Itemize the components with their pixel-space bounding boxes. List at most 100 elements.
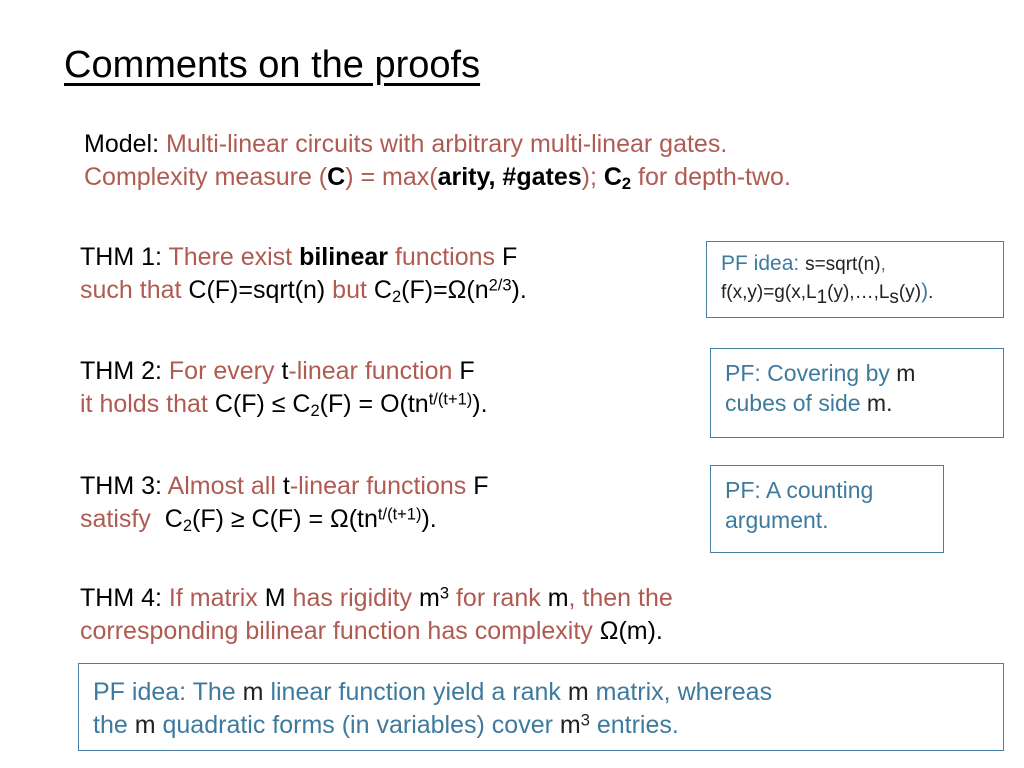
theorem-1-body-5: ). [511,275,527,304]
theorem-2-red-3: it holds that [80,389,208,418]
proof-2-m-1: m [896,360,916,386]
proof-1-sub-s: s [889,286,899,308]
complexity-measure-mid: ) = max( [345,162,438,191]
model-line-1-text: Multi-linear circuits with arbitrary mul… [166,130,728,158]
proof-4-line-1: PF idea: The m linear function yield a r… [93,676,989,709]
theorem-3-var-t: t [282,472,290,500]
complexity-symbol-c: C [327,162,346,191]
proof-2-text-1: Covering by [767,360,890,386]
proof-3-text-2: argument. [725,506,829,533]
theorem-3-line-1: THM 3: Almost all t-linear functions F [80,470,700,503]
theorem-3-exponent: t/(t+1) [377,505,422,524]
slide: Comments on the proofs Model: Multi-line… [0,0,1024,768]
theorem-2-block: THM 2: For every t-linear function F it … [80,355,700,422]
proof-4-text-1: The [192,678,236,706]
theorem-1-exponent: 2/3 [488,276,512,295]
proof-3-line-1: PF: A counting [725,476,931,506]
theorem-4-omega: Ω [599,616,619,645]
proof-4-lead: PF idea: [93,678,187,706]
complexity-measure-pre: Complexity measure ( [84,162,328,191]
complexity-measure-post: ); [581,162,604,191]
theorem-2-body-1-sub: 2 [310,401,320,420]
theorem-1-body-4: (n [466,275,489,304]
model-line-2: Complexity measure (C) = max(arity, #gat… [84,161,964,196]
theorem-4-matrix-m: M [264,584,286,612]
complexity-symbol-c2: C [603,162,622,191]
theorem-2-label: THM 2: [80,357,162,385]
proof-3-text-1: A counting [765,477,874,503]
theorem-3-body-3: (tn [348,504,378,533]
proof-4-text-4: the [93,710,128,739]
theorem-4-red-2: has rigidity [292,584,413,612]
theorem-2-body-2: (F) = O(tn [319,389,429,418]
theorem-4-block: THM 4: If matrix M has rigidity m3 for r… [80,582,960,647]
theorem-3-omega: Ω [330,504,349,533]
proof-1-formula-3: (y) [898,281,922,303]
theorem-1-var-f: F [501,243,518,271]
theorem-2-body-1: C(F) ≤ C [214,389,311,418]
theorem-1-block: THM 1: There exist bilinear functions F … [80,241,690,308]
proof-1-comma: , [880,254,886,275]
proof-1-s-value: s=sqrt(n) [805,254,881,275]
theorem-4-red-3: for rank [455,584,541,612]
proof-box-3: PF: A counting argument. [710,465,944,553]
proof-4-text-5: quadratic forms (in variables) cover [162,710,553,739]
theorem-3-body-2: (F) ≥ C(F) = [192,504,331,533]
theorem-3-red-3: satisfy [80,504,151,533]
proof-4-text-2: linear function yield a rank [270,678,561,706]
theorem-3-block: THM 3: Almost all t-linear functions F s… [80,470,700,537]
theorem-2-line-1: THM 2: For every t-linear function F [80,355,700,388]
proof-1-sub-1: 1 [816,286,828,308]
proof-2-line-2: cubes of side m. [725,389,991,419]
theorem-2-exponent: t/(t+1) [428,390,473,409]
complexity-measure-end: for depth-two. [631,162,791,191]
model-block: Model: Multi-linear circuits with arbitr… [84,128,964,195]
theorem-1-body-2-sub: 2 [391,287,402,306]
proof-4-m-2: m [567,678,589,706]
proof-idea-box-1: PF idea: s=sqrt(n), f(x,y)=g(x,L1(y),…,L… [706,241,1004,318]
proof-idea-box-4: PF idea: The m linear function yield a r… [78,663,1004,751]
proof-3-lead: PF: [725,477,761,503]
theorem-1-line-2: such that C(F)=sqrt(n) but C2(F)=Ω(n2/3)… [80,274,690,309]
proof-2-line-1: PF: Covering by m [725,359,991,389]
page-title: Comments on the proofs [64,44,481,86]
proof-4-m-1: m [242,678,264,706]
proof-4-text-3: matrix, whereas [595,678,773,706]
theorem-3-body-1: C [164,504,183,533]
theorem-2-body-3: ). [472,389,488,418]
theorem-4-label: THM 4: [80,584,162,612]
proof-1-line-2: f(x,y)=g(x,L1(y),…,Ls(y)). [721,278,991,310]
proof-box-2: PF: Covering by m cubes of side m. [710,348,1004,438]
theorem-2-var-f: F [459,357,475,385]
theorem-2-red-1: For every [168,357,275,385]
theorem-1-line-1: THM 1: There exist bilinear functions F [80,241,690,274]
theorem-4-line-1: THM 4: If matrix M has rigidity m3 for r… [80,582,960,615]
theorem-2-line-2: it holds that C(F) ≤ C2(F) = O(tnt/(t+1)… [80,388,700,423]
theorem-1-body-2: C [373,275,392,304]
theorem-1-body-3: (F)= [401,275,448,304]
proof-1-formula-2: (y),…,L [827,281,890,303]
proof-2-m-2: m [866,389,887,416]
theorem-3-red-1: Almost all [167,472,276,500]
theorem-1-red-1: There exist [168,243,293,271]
proof-2-lead: PF: [725,360,761,386]
proof-1-lead: PF idea: [721,252,800,275]
theorem-1-red-4: but [332,275,367,304]
proof-3-line-2: argument. [725,506,931,536]
proof-4-m-4-exp: 3 [580,711,590,730]
theorem-4-m2: m [419,584,440,612]
theorem-3-red-2: -linear functions [289,472,467,500]
theorem-4-line-2: corresponding bilinear function has comp… [80,615,960,648]
theorem-3-var-f: F [473,472,489,500]
model-label: Model: [84,130,160,158]
theorem-3-line-2: satisfy C2(F) ≥ C(F) = Ω(tnt/(t+1)). [80,503,700,538]
proof-2-dot: . [886,389,893,416]
theorem-1-label: THM 1: [80,243,162,271]
theorem-3-body-4: ). [421,504,437,533]
theorem-1-bilinear: bilinear [299,243,388,271]
proof-4-m-4: m [559,710,581,739]
theorem-3-label: THM 3: [80,472,162,500]
proof-1-period: . [928,281,934,303]
theorem-1-body-1: C(F)=sqrt(n) [188,275,326,304]
theorem-4-m3: m [547,584,569,612]
